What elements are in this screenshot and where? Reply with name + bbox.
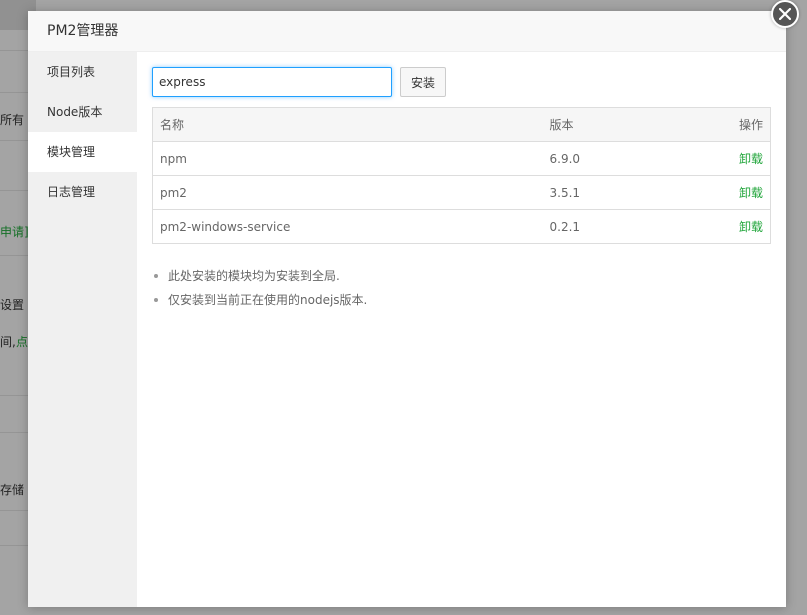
action-cell: 卸载 — [682, 141, 771, 176]
module-management-panel: 安装 名称 版本 操作 npm 6.9.0 卸载 pm2 3.5.1 — [137, 52, 786, 607]
sidebar-item-label: Node版本 — [47, 105, 103, 119]
pm2-manager-dialog: PM2管理器 项目列表 Node版本 模块管理 日志管理 安装 名称 版本 操作 — [28, 11, 786, 607]
table-header-row: 名称 版本 操作 — [152, 107, 771, 142]
table-row: pm2 3.5.1 卸载 — [152, 175, 771, 210]
column-header-version: 版本 — [542, 107, 683, 142]
dialog-sidebar: 项目列表 Node版本 模块管理 日志管理 — [28, 52, 137, 607]
dialog-close-button[interactable] — [771, 0, 799, 28]
module-name-input[interactable] — [152, 67, 392, 97]
sidebar-item-module-management[interactable]: 模块管理 — [28, 132, 137, 172]
install-button[interactable]: 安装 — [400, 67, 446, 97]
close-icon — [779, 8, 791, 20]
sidebar-item-label: 项目列表 — [47, 65, 96, 79]
uninstall-link[interactable]: 卸载 — [739, 152, 763, 166]
table-row: npm 6.9.0 卸载 — [152, 141, 771, 176]
module-version: 6.9.0 — [542, 141, 683, 176]
sidebar-item-project-list[interactable]: 项目列表 — [28, 52, 137, 92]
help-tips: 此处安装的模块均为安装到全局. 仅安装到当前正在使用的nodejs版本. — [152, 264, 772, 312]
action-cell: 卸载 — [682, 209, 771, 244]
tip-item: 仅安装到当前正在使用的nodejs版本. — [154, 288, 772, 312]
uninstall-link[interactable]: 卸载 — [739, 186, 763, 200]
sidebar-item-log-management[interactable]: 日志管理 — [28, 172, 137, 212]
install-row: 安装 — [152, 67, 772, 97]
module-table: 名称 版本 操作 npm 6.9.0 卸载 pm2 3.5.1 卸载 pm2-w… — [152, 107, 771, 244]
dialog-header: PM2管理器 — [28, 11, 786, 52]
column-header-name: 名称 — [152, 107, 543, 142]
module-name: pm2 — [152, 175, 543, 210]
sidebar-item-label: 日志管理 — [47, 185, 96, 199]
sidebar-item-label: 模块管理 — [47, 145, 96, 159]
uninstall-link[interactable]: 卸载 — [739, 220, 763, 234]
table-row: pm2-windows-service 0.2.1 卸载 — [152, 209, 771, 244]
column-header-action: 操作 — [682, 107, 771, 142]
action-cell: 卸载 — [682, 175, 771, 210]
tip-item: 此处安装的模块均为安装到全局. — [154, 264, 772, 288]
dialog-title: PM2管理器 — [47, 23, 119, 39]
sidebar-item-node-version[interactable]: Node版本 — [28, 92, 137, 132]
module-version: 3.5.1 — [542, 175, 683, 210]
module-name: pm2-windows-service — [152, 209, 543, 244]
module-name: npm — [152, 141, 543, 176]
module-version: 0.2.1 — [542, 209, 683, 244]
